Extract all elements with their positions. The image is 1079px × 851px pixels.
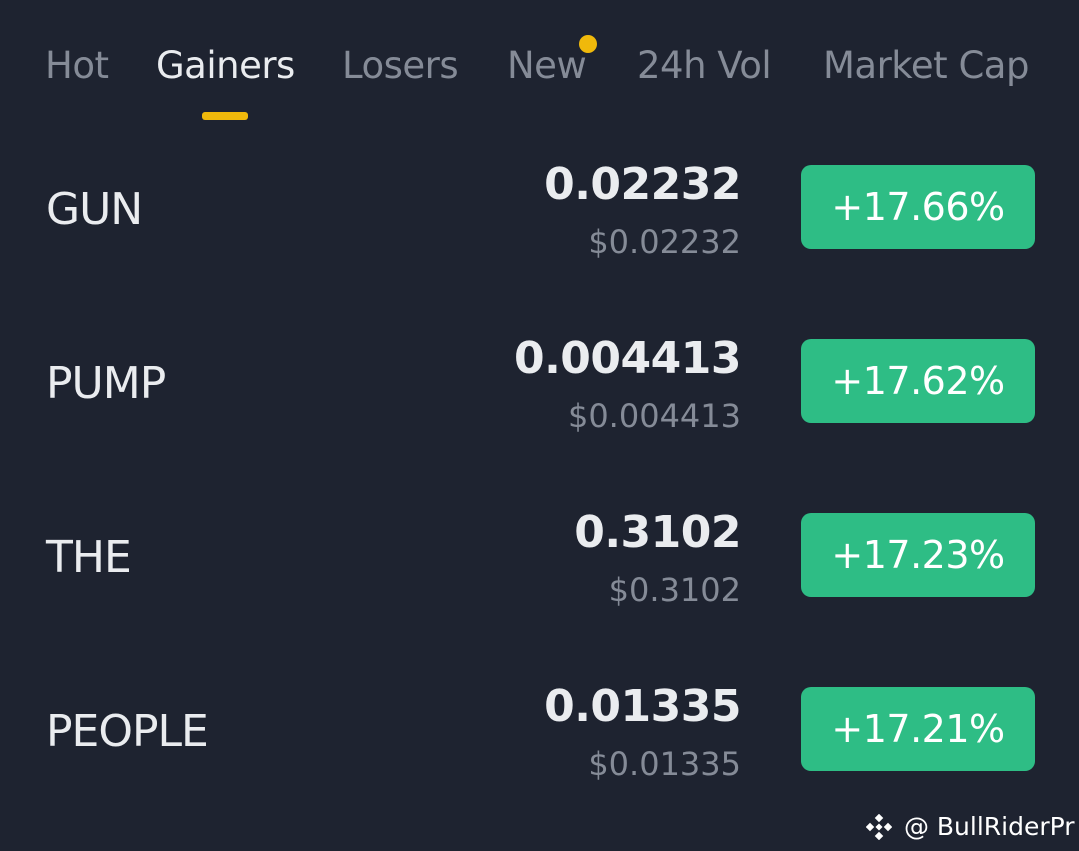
usd-price: $0.01335 <box>588 745 741 783</box>
change-badge[interactable]: +17.23% <box>801 513 1035 597</box>
active-tab-indicator <box>202 112 248 120</box>
new-notification-dot <box>579 35 597 53</box>
last-price: 0.01335 <box>544 681 741 732</box>
watermark: @ BullRiderPr <box>866 808 1076 844</box>
tab-24h-vol[interactable]: 24h Vol <box>637 42 772 90</box>
symbol-name: PUMP <box>46 358 166 409</box>
list-item[interactable]: GUN 0.02232 $0.02232 +17.66% <box>0 122 1079 296</box>
tab-losers[interactable]: Losers <box>342 42 459 90</box>
change-badge[interactable]: +17.62% <box>801 339 1035 423</box>
usd-price: $0.02232 <box>588 223 741 261</box>
list-item[interactable]: PUMP 0.004413 $0.004413 +17.62% <box>0 296 1079 470</box>
tab-hot[interactable]: Hot <box>45 42 109 90</box>
list-item[interactable]: PEOPLE 0.01335 $0.01335 +17.21% <box>0 644 1079 818</box>
watermark-text: @ BullRiderPr <box>903 812 1075 841</box>
last-price: 0.004413 <box>513 333 742 384</box>
binance-logo-icon <box>866 813 893 841</box>
symbol-name: THE <box>46 532 132 583</box>
tab-gainers[interactable]: Gainers <box>156 42 295 90</box>
symbol-name: GUN <box>46 184 143 235</box>
gainers-list: GUN 0.02232 $0.02232 +17.66% PUMP 0.0044… <box>0 122 1079 818</box>
list-item[interactable]: THE 0.3102 $0.3102 +17.23% <box>0 470 1079 644</box>
tab-market-cap[interactable]: Market Cap <box>823 42 1029 90</box>
usd-price: $0.3102 <box>608 571 741 609</box>
symbol-name: PEOPLE <box>46 706 209 757</box>
change-badge[interactable]: +17.66% <box>801 165 1035 249</box>
market-tabs: Hot Gainers Losers New 24h Vol Market Ca… <box>0 0 1079 130</box>
last-price: 0.02232 <box>544 159 741 210</box>
last-price: 0.3102 <box>574 507 741 558</box>
change-badge[interactable]: +17.21% <box>801 687 1035 771</box>
usd-price: $0.004413 <box>567 397 741 435</box>
tab-new[interactable]: New <box>507 42 587 90</box>
